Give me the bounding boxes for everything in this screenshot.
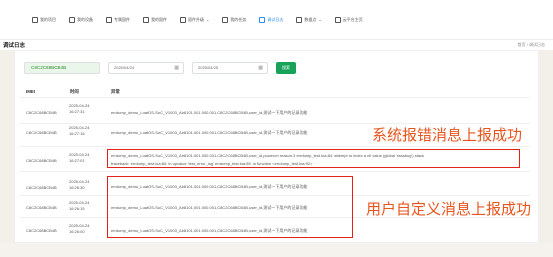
nav-label: 我的设备 bbox=[77, 16, 93, 22]
title-bar bbox=[0, 40, 553, 50]
nav-label: 固件升级 bbox=[188, 16, 204, 22]
column-header-time: 时间 bbox=[70, 89, 79, 94]
cell-time: 2025-04-24 16:27:31 bbox=[69, 103, 90, 114]
cell-imei: C8C2C68BCB4B bbox=[26, 110, 57, 115]
nav-item-projects[interactable]: 我的项目 bbox=[32, 16, 56, 23]
upload-icon bbox=[180, 16, 186, 23]
task-icon bbox=[222, 16, 229, 23]
start-date-value: 2025/04/24 bbox=[114, 65, 135, 70]
end-date-value: 2025/04/25 bbox=[198, 65, 219, 70]
system-error-highlight bbox=[107, 149, 520, 168]
user-defined-annotation: 用户自定义消息上报成功 bbox=[366, 200, 532, 218]
row-divider bbox=[20, 146, 530, 147]
nav-label: 数据点 bbox=[304, 16, 317, 22]
nav-label: 专属固件 bbox=[114, 16, 130, 22]
nav-label: 我的项目 bbox=[40, 16, 56, 22]
cell-imei: C8C2C68BCB4B bbox=[26, 228, 57, 233]
chevron-down-icon: ⌄ bbox=[206, 17, 210, 22]
cell-time: 2025-04-24 16:26:00 bbox=[69, 223, 90, 234]
cell-imei: C8C2C68BCB4B bbox=[26, 205, 57, 210]
calendar-icon: ▦ bbox=[258, 65, 263, 71]
top-nav: 我的项目 我的设备 专属固件 我的固件 固件升级 ⌄ 我的任务 调试日志 数据点 ⌄… bbox=[0, 0, 553, 40]
nav-label: 云平台主页 bbox=[342, 16, 363, 22]
nav-label: 调试日志 bbox=[267, 16, 284, 22]
chip-icon bbox=[143, 16, 149, 23]
cell-time: 2025-04-24 16:27:16 bbox=[69, 125, 90, 136]
system-error-annotation: 系统报错消息上报成功 bbox=[372, 126, 523, 144]
log-icon bbox=[259, 16, 266, 23]
firmware-icon bbox=[106, 16, 112, 23]
column-header-imei: IMEI bbox=[26, 89, 36, 94]
bottom-strip bbox=[0, 243, 553, 257]
page-title: 调试日志 bbox=[3, 43, 26, 49]
cloud-icon bbox=[334, 16, 341, 23]
cell-time: 2025-04-24 16:26:30 bbox=[69, 179, 90, 190]
cell-time: 2025-04-24 16:26:15 bbox=[69, 200, 90, 211]
breadcrumb[interactable]: 首页 / 调试日志 bbox=[518, 42, 545, 48]
search-button[interactable]: 搜索 bbox=[276, 62, 296, 74]
nav-item-data-points[interactable]: 数据点 ⌄ bbox=[296, 16, 322, 23]
cell-imei: C8C2C68BCB4B bbox=[26, 130, 57, 135]
chevron-down-icon: ⌄ bbox=[318, 17, 322, 22]
calendar-icon: ▦ bbox=[174, 65, 179, 71]
row-divider bbox=[20, 97, 530, 98]
column-header-log: 异常 bbox=[111, 89, 120, 94]
nav-item-debug-log[interactable]: 调试日志 bbox=[259, 16, 284, 23]
cell-imei: C8C2C68BCB4B bbox=[26, 158, 57, 163]
user-defined-highlight bbox=[107, 176, 353, 238]
nav-item-devices[interactable]: 我的设备 bbox=[69, 16, 93, 23]
nav-label: 我的任务 bbox=[230, 16, 247, 22]
cell-time: 2025-04-24 16:27:01 bbox=[69, 152, 90, 163]
nav-item-tasks[interactable]: 我的任务 bbox=[222, 16, 247, 23]
start-date-input[interactable]: 2025/04/24 ▦ bbox=[108, 62, 184, 74]
cell-log: errdump_demo_LuatOS-SoC_V1003_Air8101,00… bbox=[111, 130, 308, 135]
nav-item-exclusive-firmware[interactable]: 专属固件 bbox=[106, 16, 130, 23]
end-date-input[interactable]: 2025/04/25 ▦ bbox=[192, 62, 268, 74]
nav-item-cloud-home[interactable]: 云平台主页 bbox=[334, 16, 363, 23]
user-icon bbox=[296, 16, 303, 23]
row-divider bbox=[20, 171, 530, 172]
cell-imei: C8C2C68BCB4B bbox=[26, 185, 57, 190]
device-icon bbox=[69, 16, 75, 23]
cell-log: errdump_demo_LuatOS-SoC_V1003_Air8101,00… bbox=[111, 110, 308, 115]
project-icon bbox=[32, 16, 38, 23]
nav-label: 我的固件 bbox=[151, 16, 167, 22]
nav-item-firmware-upgrade[interactable]: 固件升级 ⌄ bbox=[180, 16, 210, 23]
imei-search-input[interactable]: C8C2C68BCB4B bbox=[24, 62, 100, 74]
nav-item-my-firmware[interactable]: 我的固件 bbox=[143, 16, 167, 23]
